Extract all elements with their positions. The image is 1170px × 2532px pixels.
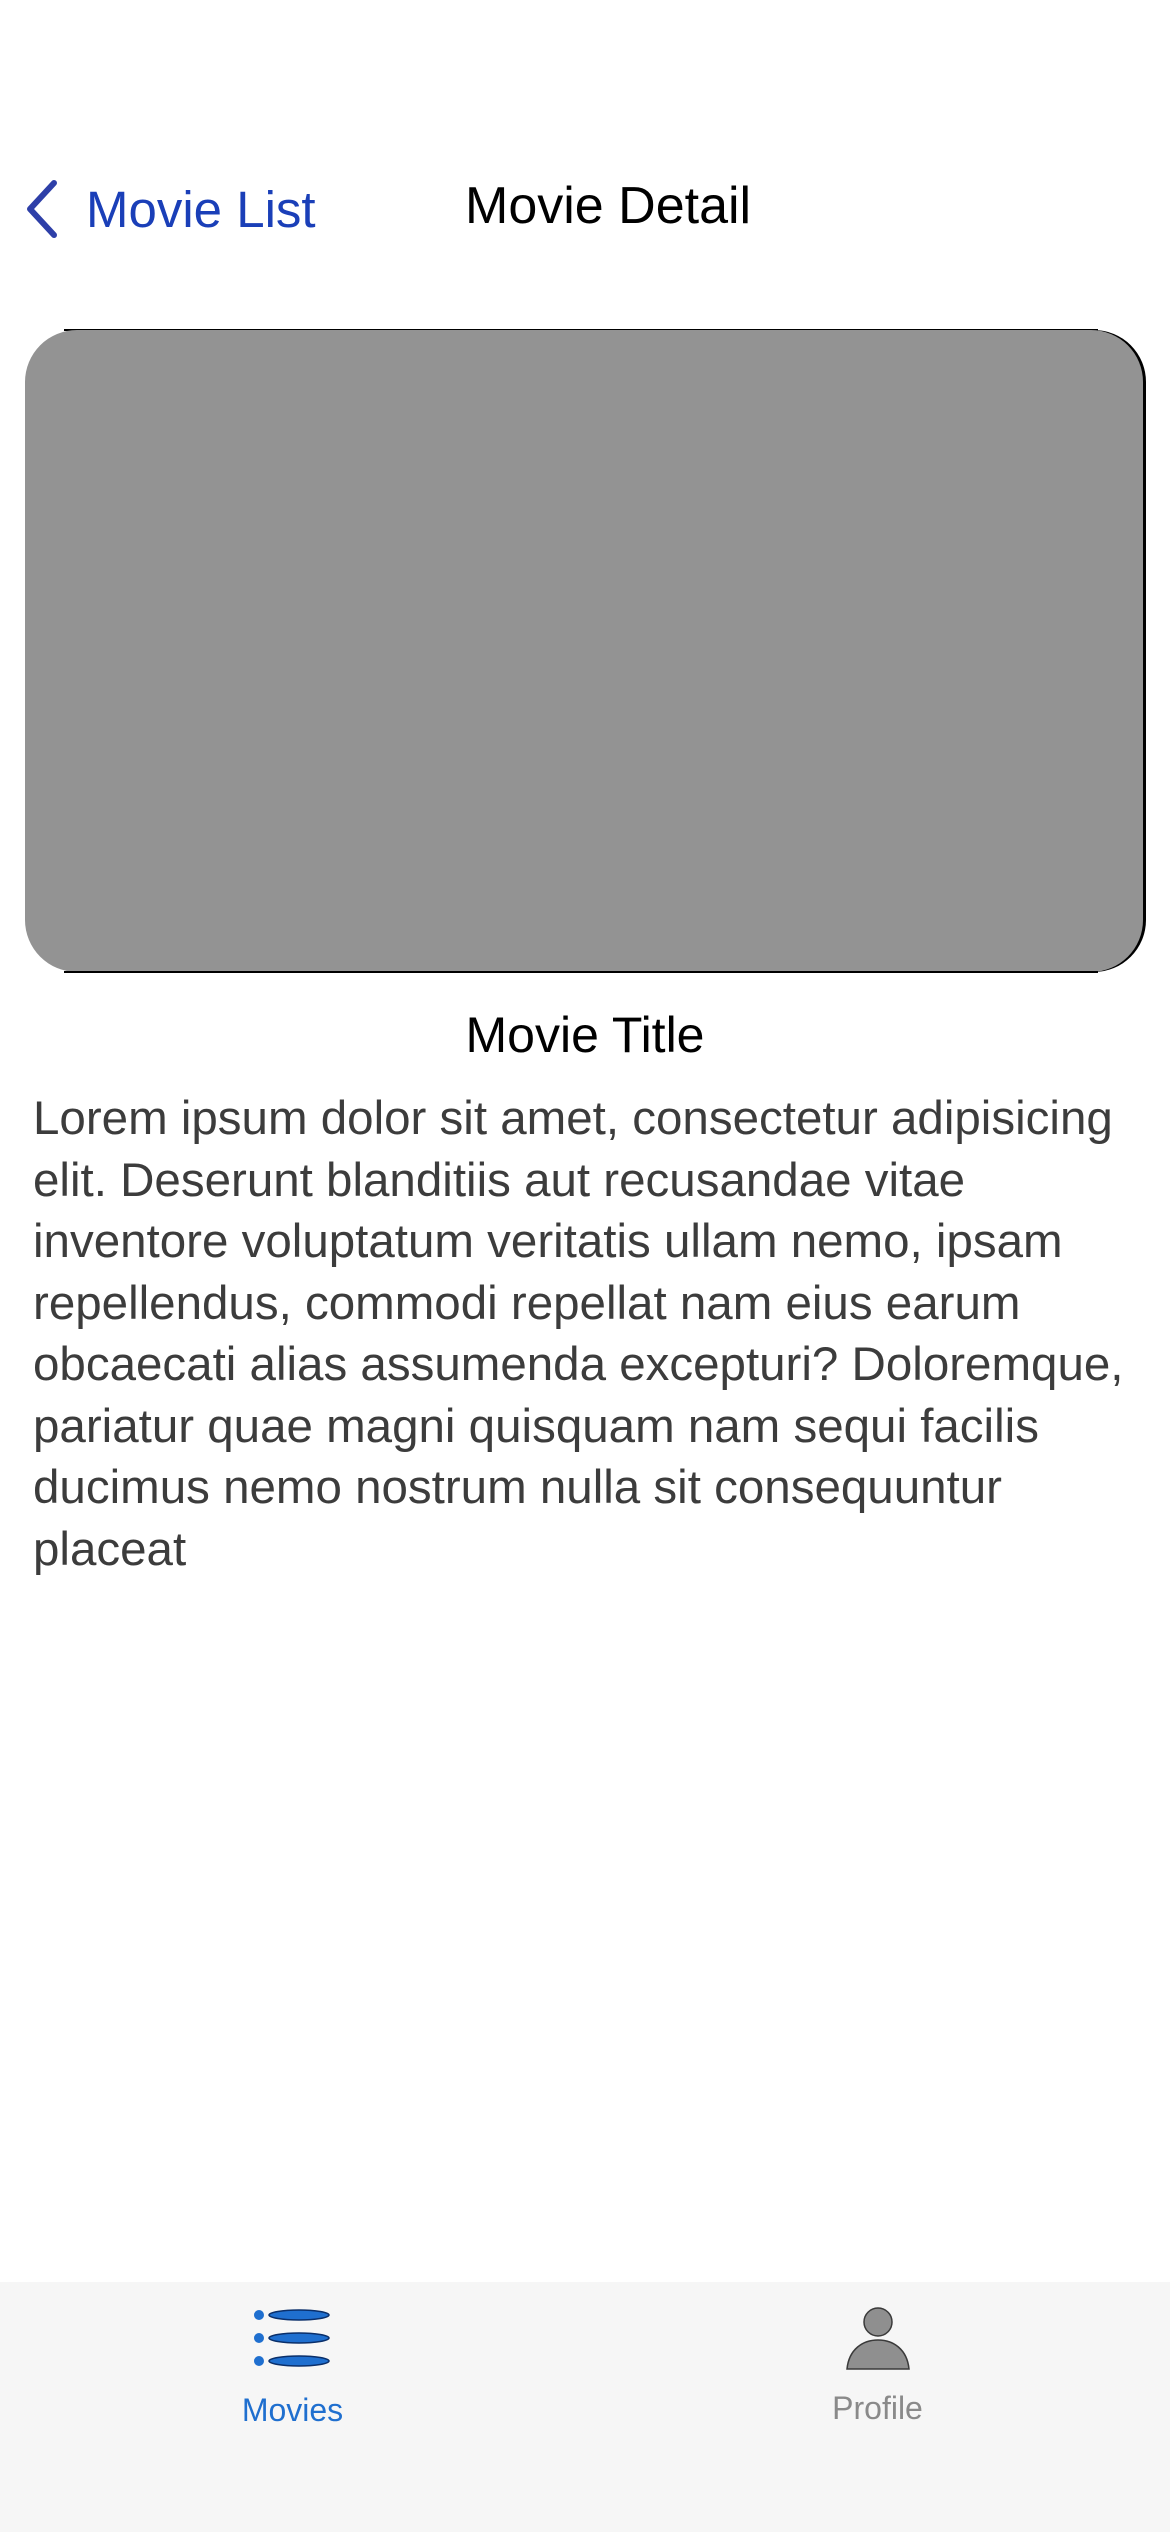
back-button-label: Movie List [86,180,316,238]
person-icon [845,2307,910,2370]
page-title: Movie Detail [465,177,752,235]
tab-movies[interactable]: Movies [0,2282,585,2452]
movie-poster [25,330,1143,972]
movie-title: Movie Title [465,1007,705,1063]
tab-profile-label: Profile [832,2390,923,2426]
chevron-left-icon [27,180,57,238]
movie-description: Lorem ipsum dolor sit amet, consectetur … [33,1092,1124,1576]
tab-profile[interactable]: Profile [585,2282,1170,2452]
tab-bar: Movies Profile [0,2282,1170,2532]
back-button[interactable]: Movie List [22,174,316,244]
tab-movies-label: Movies [241,2392,344,2428]
navigation-bar: Movie List Movie Detail [0,150,1170,265]
poster-bottom-border [64,971,1098,973]
list-icon [253,2309,330,2367]
